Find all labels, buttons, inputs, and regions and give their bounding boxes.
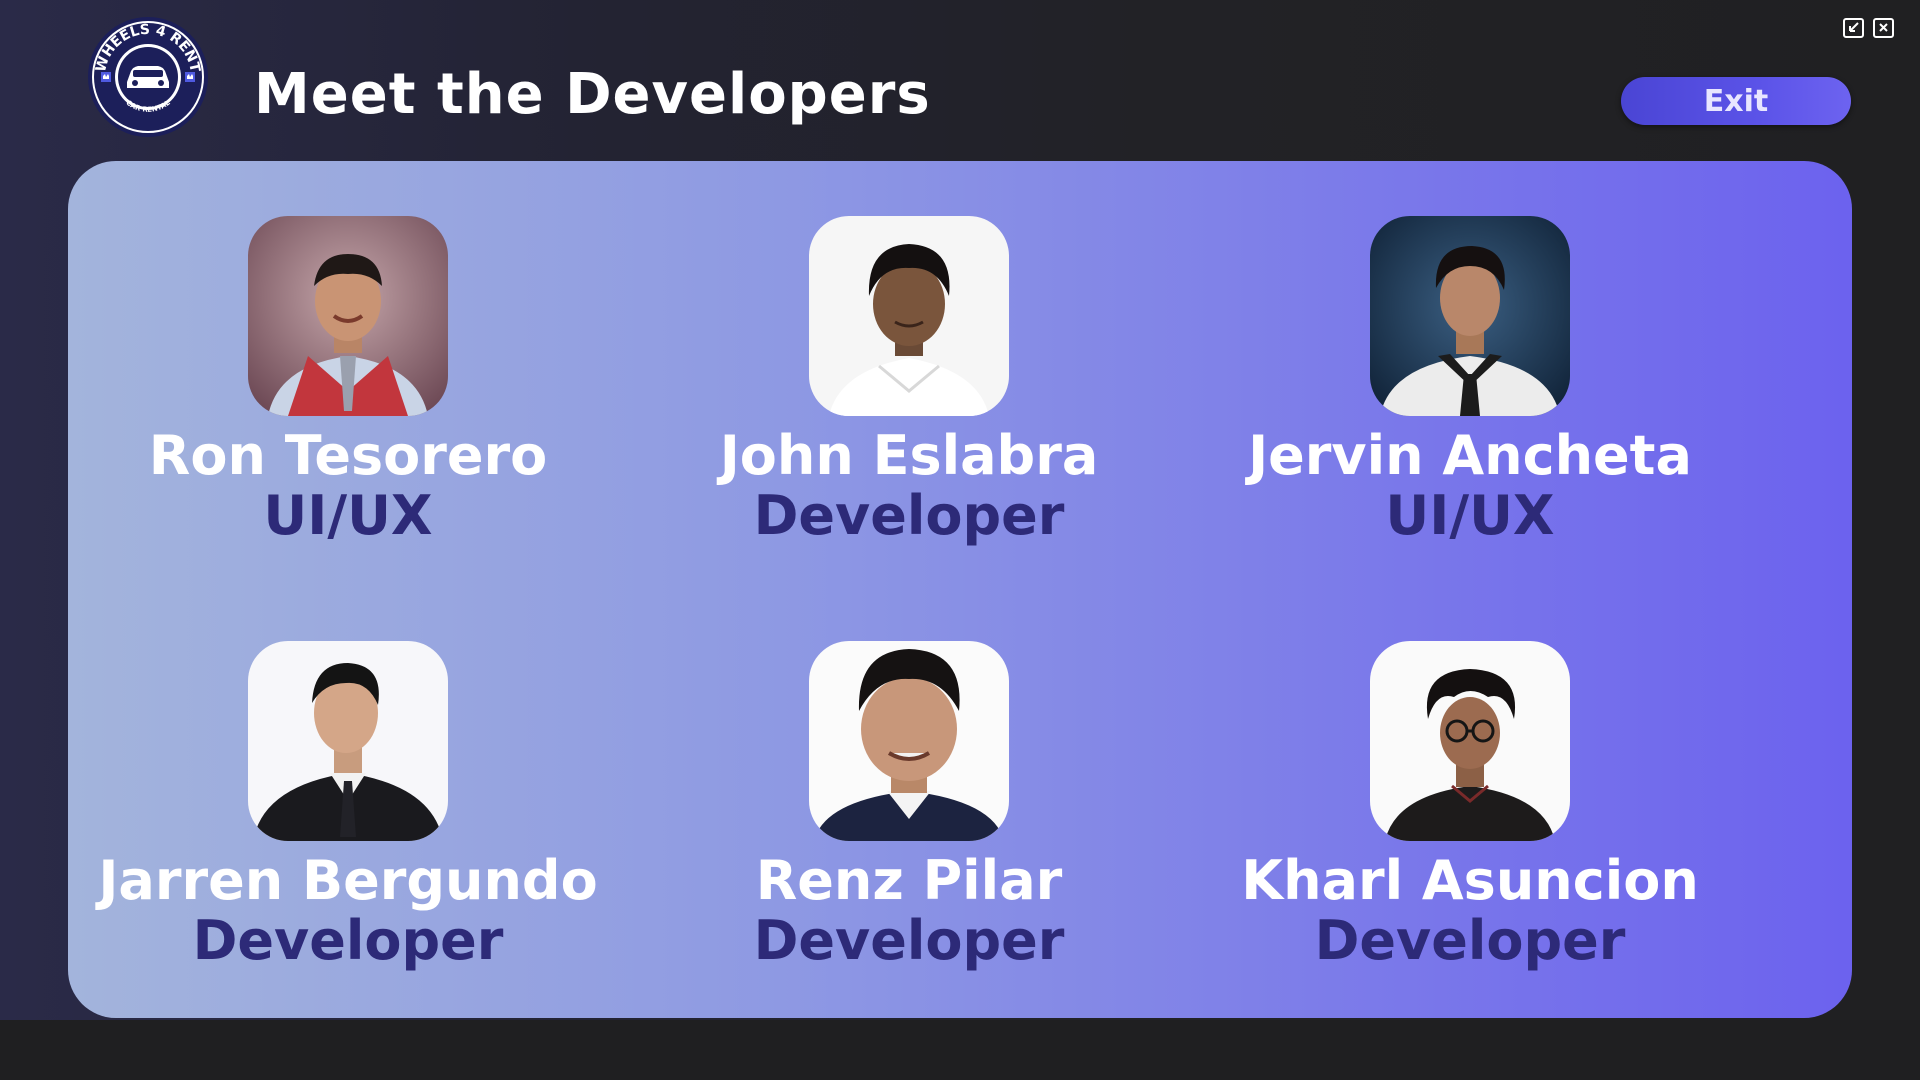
developer-name: John Eslabra [719, 424, 1099, 487]
developer-name: Ron Tesorero [148, 424, 548, 487]
developer-photo [809, 641, 1009, 841]
developer-name: Jarren Bergundo [98, 849, 598, 912]
developer-role: UI/UX [1385, 484, 1555, 547]
developer-role: UI/UX [263, 484, 433, 547]
footer-strip [0, 1020, 1920, 1080]
developer-role: Developer [192, 909, 504, 972]
developer-name: Kharl Asuncion [1241, 849, 1699, 912]
developers-panel: Ron Tesorero UI/UX John Eslabra Develope… [68, 161, 1852, 1018]
developer-card: John Eslabra Developer [629, 216, 1189, 576]
window-controls [1842, 16, 1896, 40]
developer-card: Renz Pilar Developer [629, 641, 1189, 1001]
developer-photo [809, 216, 1009, 416]
developer-role: Developer [753, 909, 1065, 972]
developer-card: Jarren Bergundo Developer [68, 641, 628, 1001]
developer-role: Developer [753, 484, 1065, 547]
developer-photo [248, 216, 448, 416]
developer-role: Developer [1314, 909, 1626, 972]
developer-photo [1370, 641, 1570, 841]
developer-photo [1370, 216, 1570, 416]
developer-card: Kharl Asuncion Developer [1190, 641, 1750, 1001]
minimize-icon[interactable] [1842, 16, 1866, 40]
app-logo: WHEELS 4 RENT CAR RENTAL [87, 16, 209, 138]
page-title: Meet the Developers [254, 62, 931, 127]
developer-name: Jervin Ancheta [1248, 424, 1692, 487]
developer-name: Renz Pilar [755, 849, 1063, 912]
developer-card: Jervin Ancheta UI/UX [1190, 216, 1750, 576]
developer-card: Ron Tesorero UI/UX [68, 216, 628, 576]
exit-button[interactable]: Exit [1621, 77, 1851, 125]
developer-photo [248, 641, 448, 841]
close-icon[interactable] [1872, 16, 1896, 40]
